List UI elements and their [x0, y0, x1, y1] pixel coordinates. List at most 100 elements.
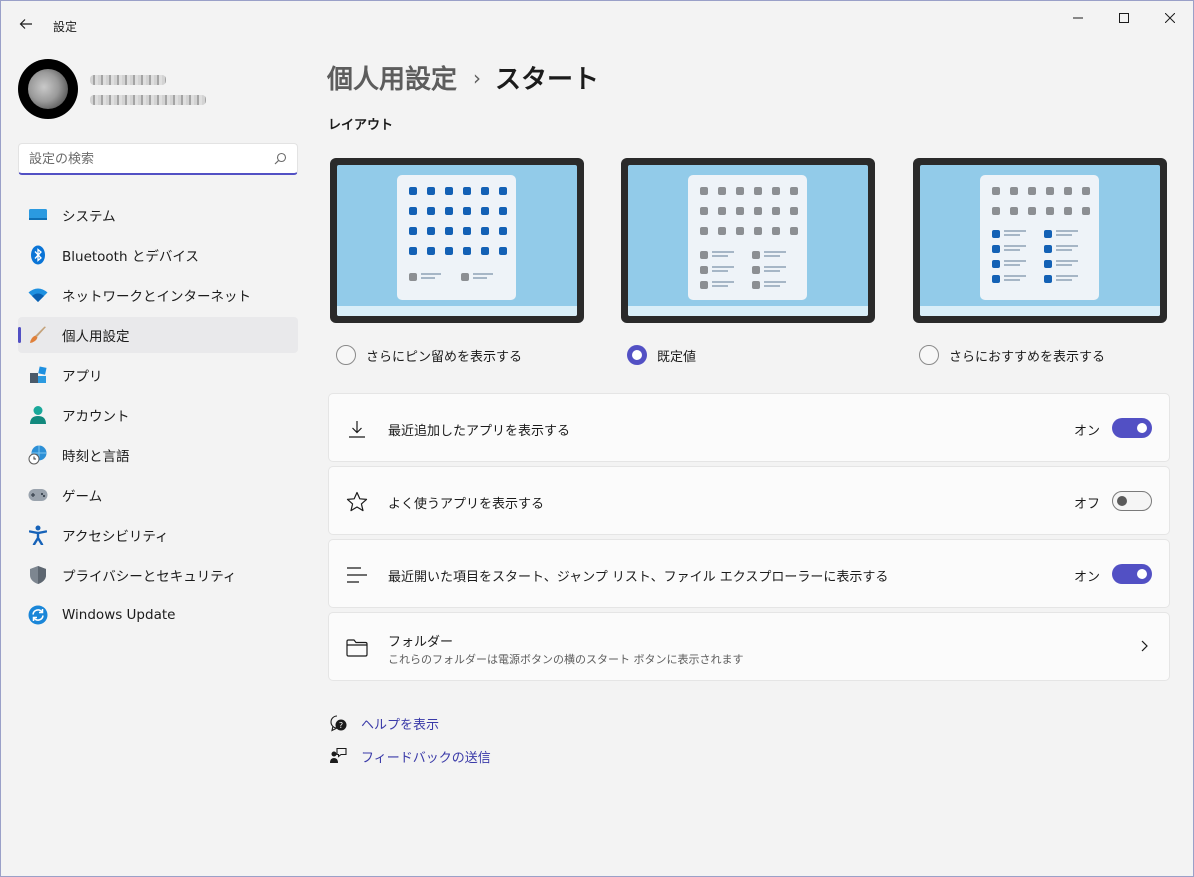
preview-tile	[700, 187, 708, 195]
layout-preview-default[interactable]	[621, 158, 875, 323]
layout-section-title: レイアウト	[328, 118, 394, 133]
preview-line	[473, 277, 487, 279]
preview-line	[1056, 234, 1072, 236]
sidebar-item-apps[interactable]: アプリ	[18, 357, 298, 393]
preview-line	[1056, 230, 1078, 232]
sidebar-item-network[interactable]: ネットワークとインターネット	[18, 277, 298, 313]
close-icon	[1165, 13, 1175, 23]
preview-tile	[463, 187, 471, 195]
search-input[interactable]	[29, 150, 259, 168]
preview-tile	[1010, 187, 1018, 195]
preview-tile	[718, 187, 726, 195]
sidebar-item-accounts[interactable]: アカウント	[18, 397, 298, 433]
feedback-link-text[interactable]: フィードバックの送信	[361, 747, 491, 766]
folder-icon	[346, 637, 368, 659]
search-box[interactable]	[18, 143, 298, 175]
preview-tile	[1046, 187, 1054, 195]
layout-option-more-recommendations[interactable]: さらにおすすめを表示する	[919, 345, 1105, 365]
setting-label: 最近開いた項目をスタート、ジャンプ リスト、ファイル エクスプローラーに表示する	[388, 570, 889, 585]
preview-tile	[772, 187, 780, 195]
help-link[interactable]: ? ヘルプを表示	[328, 713, 439, 733]
sidebar-item-privacy[interactable]: プライバシーとセキュリティ	[18, 557, 298, 593]
settings-window: 設定 システム	[0, 0, 1194, 877]
preview-tile	[992, 260, 1000, 268]
preview-tile	[752, 266, 760, 274]
person-icon	[28, 405, 48, 425]
preview-tile	[992, 230, 1000, 238]
toggle-state: オフ	[1073, 497, 1100, 512]
bluetooth-icon	[28, 245, 48, 265]
radio-button[interactable]	[336, 345, 356, 365]
layout-option-default[interactable]: 既定値	[627, 345, 696, 365]
preview-tile	[499, 187, 507, 195]
radio-button[interactable]	[919, 345, 939, 365]
preview-tile	[754, 207, 762, 215]
layout-option-more-pins[interactable]: さらにピン留めを表示する	[336, 345, 522, 365]
avatar	[18, 59, 78, 119]
preview-tile	[409, 227, 417, 235]
svg-text:?: ?	[339, 721, 343, 730]
sidebar-item-personalization[interactable]: 個人用設定	[18, 317, 298, 353]
back-button[interactable]	[13, 11, 39, 37]
sidebar-item-accessibility[interactable]: アクセシビリティ	[18, 517, 298, 553]
preview-tile	[1082, 187, 1090, 195]
setting-label: よく使うアプリを表示する	[388, 497, 545, 512]
maximize-button[interactable]	[1101, 1, 1147, 35]
arrow-left-icon	[19, 19, 32, 29]
preview-line	[764, 251, 786, 253]
preview-tile	[481, 207, 489, 215]
minimize-button[interactable]	[1055, 1, 1101, 35]
preview-line	[712, 270, 728, 272]
layout-preview-more-pins[interactable]	[330, 158, 584, 323]
preview-line	[421, 277, 435, 279]
preview-line	[712, 285, 728, 287]
preview-tile	[445, 247, 453, 255]
preview-line	[1056, 245, 1078, 247]
preview-line	[712, 266, 734, 268]
sidebar-item-system[interactable]: システム	[18, 197, 298, 233]
feedback-icon	[328, 746, 348, 766]
preview-line	[764, 281, 786, 283]
preview-tile	[409, 207, 417, 215]
preview-line	[1004, 249, 1020, 251]
preview-line	[1004, 264, 1020, 266]
app-title: 設定	[53, 20, 78, 34]
preview-tile	[1064, 187, 1072, 195]
preview-tile	[700, 207, 708, 215]
sidebar-item-bluetooth[interactable]: Bluetooth とデバイス	[18, 237, 298, 273]
preview-tile	[992, 187, 1000, 195]
setting-folders[interactable]: フォルダー これらのフォルダーは電源ボタンの横のスタート ボタンに表示されます	[328, 612, 1170, 681]
preview-tile	[718, 207, 726, 215]
toggle-state: オン	[1073, 570, 1100, 585]
toggle-switch[interactable]	[1112, 564, 1152, 584]
help-icon: ?	[328, 713, 348, 733]
help-link-text[interactable]: ヘルプを表示	[361, 714, 439, 733]
preview-tile	[754, 187, 762, 195]
title-bar: 設定	[1, 1, 1193, 49]
preview-tile	[790, 227, 798, 235]
radio-button[interactable]	[627, 345, 647, 365]
monitor-icon	[28, 205, 48, 225]
sidebar-item-label: Bluetooth とデバイス	[62, 249, 199, 265]
preview-tile	[481, 227, 489, 235]
preview-line	[1056, 275, 1078, 277]
sidebar-item-time-language[interactable]: 時刻と言語	[18, 437, 298, 473]
redacted-username	[90, 75, 166, 85]
preview-tile	[1010, 207, 1018, 215]
preview-tile	[461, 273, 469, 281]
preview-line	[1004, 275, 1026, 277]
toggle-switch[interactable]	[1112, 491, 1152, 511]
preview-tile	[481, 247, 489, 255]
sidebar-item-gaming[interactable]: ゲーム	[18, 477, 298, 513]
brush-icon	[28, 325, 48, 345]
sidebar-item-windows-update[interactable]: Windows Update	[18, 597, 298, 633]
feedback-link[interactable]: フィードバックの送信	[328, 746, 491, 766]
breadcrumb-parent[interactable]: 個人用設定	[327, 59, 457, 96]
layout-preview-more-recommendations[interactable]	[913, 158, 1167, 323]
sidebar-item-label: アカウント	[62, 409, 130, 425]
preview-tile	[1082, 207, 1090, 215]
toggle-switch[interactable]	[1112, 418, 1152, 438]
window-controls	[1055, 1, 1193, 35]
preview-tile	[992, 275, 1000, 283]
close-button[interactable]	[1147, 1, 1193, 35]
